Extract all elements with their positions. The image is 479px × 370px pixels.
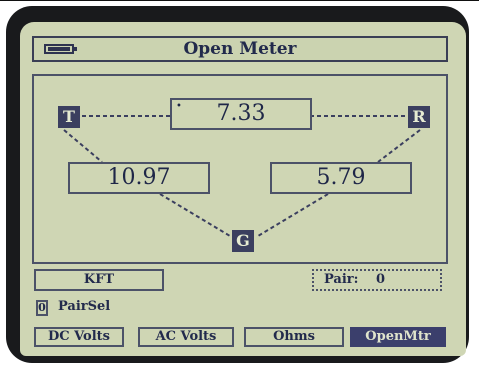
title-bar: Open Meter	[32, 36, 448, 62]
left-box-to-g-line	[159, 193, 231, 237]
terminal-g: G	[232, 230, 254, 252]
pairsel-label: PairSel	[58, 299, 111, 314]
pair-value: 0	[376, 272, 386, 287]
reading-r-g-value: 5.79	[316, 165, 366, 190]
open-meter-panel: T R G • 7.33 10.97 5.79	[32, 74, 448, 264]
lcd-screen: Open Meter T R G • 7.33 10.97 5.79 KFT P…	[20, 22, 466, 356]
terminal-t: T	[58, 106, 80, 128]
pairsel-value[interactable]: 0	[36, 300, 48, 316]
screen-title: Open Meter	[183, 39, 297, 59]
reading-t-r: • 7.33	[170, 98, 312, 130]
t-to-left-box-line	[63, 129, 103, 163]
marker-dot: •	[176, 101, 182, 112]
reading-t-g-value: 10.97	[107, 165, 171, 190]
r-to-right-box-line	[377, 129, 421, 163]
softkey-ohms[interactable]: Ohms	[244, 327, 344, 347]
reading-t-r-value: 7.33	[216, 101, 266, 126]
softkey-ac-volts[interactable]: AC Volts	[138, 327, 234, 347]
top-rule	[0, 0, 479, 1]
device-bezel: Open Meter T R G • 7.33 10.97 5.79 KFT P…	[6, 6, 469, 363]
pair-label: Pair:	[324, 272, 359, 287]
pair-indicator: Pair: 0	[312, 269, 442, 291]
reading-r-g: 5.79	[270, 162, 412, 194]
softkey-dc-volts[interactable]: DC Volts	[34, 327, 124, 347]
right-box-to-g-line	[257, 193, 329, 237]
units-indicator: KFT	[34, 269, 164, 291]
reading-t-g: 10.97	[68, 162, 210, 194]
softkey-openmtr[interactable]: OpenMtr	[350, 327, 446, 347]
terminal-r: R	[408, 106, 430, 128]
